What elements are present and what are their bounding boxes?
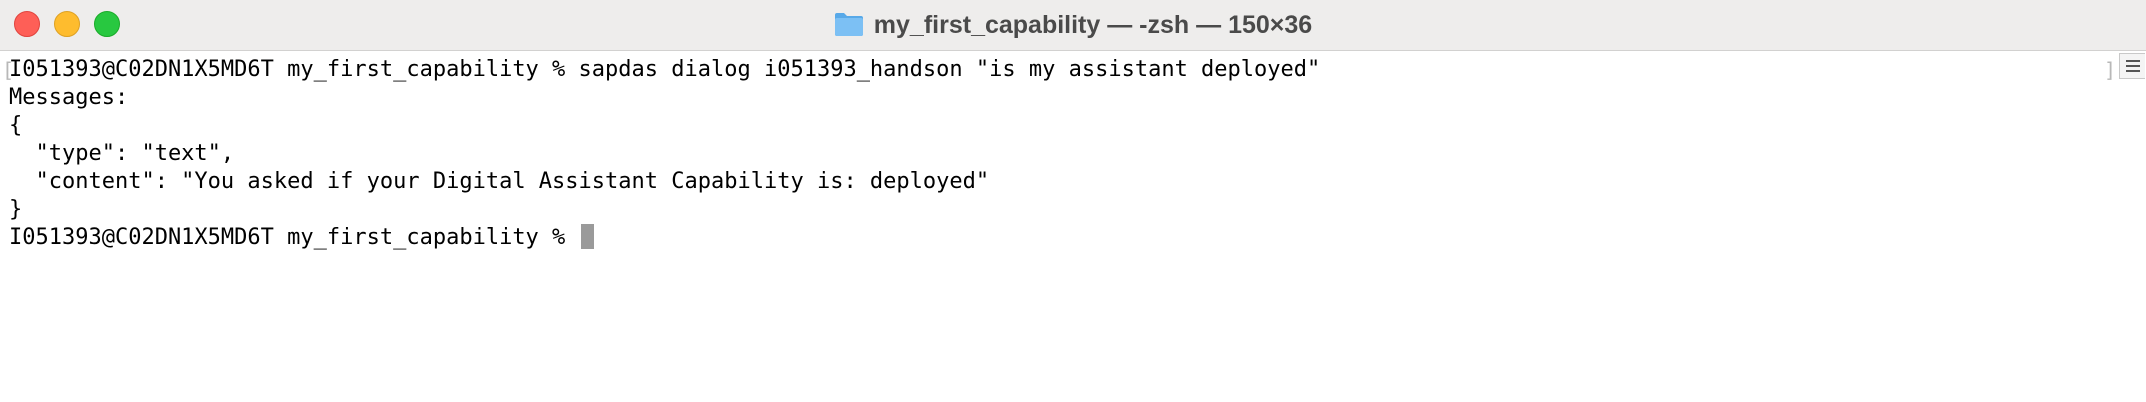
prompt-line[interactable]: I051393@C02DN1X5MD6T my_first_capability…	[9, 224, 1320, 252]
shell-prompt: I051393@C02DN1X5MD6T my_first_capability…	[9, 225, 579, 250]
terminal-line: "type": "text",	[9, 141, 235, 166]
title-bar[interactable]: my_first_capability — -zsh — 150×36	[0, 0, 2146, 51]
mark-bracket-right: ]	[2104, 58, 2117, 82]
window-title-group: my_first_capability — -zsh — 150×36	[0, 0, 2146, 50]
window-title: my_first_capability — -zsh — 150×36	[873, 10, 1313, 39]
terminal-window: my_first_capability — -zsh — 150×36 [ ] …	[0, 0, 2146, 402]
terminal-line: }	[9, 197, 23, 222]
terminal-line: I051393@C02DN1X5MD6T my_first_capability…	[9, 57, 1321, 82]
terminal-output: I051393@C02DN1X5MD6T my_first_capability…	[9, 56, 1320, 252]
terminal-line: "content": "You asked if your Digital As…	[9, 169, 990, 194]
terminal-line: Messages:	[9, 85, 129, 110]
folder-icon	[834, 13, 863, 36]
terminal-content[interactable]: [ ] I051393@C02DN1X5MD6T my_first_capabi…	[0, 51, 2146, 402]
marks-toggle-button[interactable]	[2119, 53, 2145, 79]
terminal-line: {	[9, 113, 23, 138]
text-cursor	[580, 224, 594, 249]
